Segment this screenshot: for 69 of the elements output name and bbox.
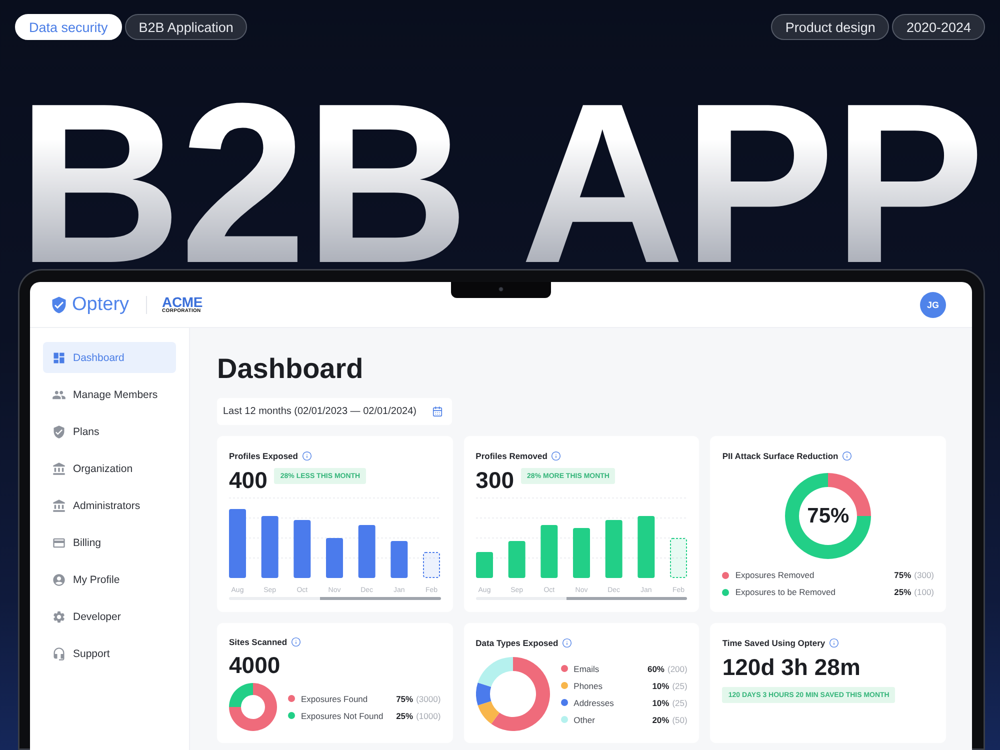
sidebar-item[interactable]: Developer (43, 601, 176, 632)
bank-icon (52, 462, 66, 476)
calendar-icon[interactable] (432, 406, 443, 417)
info-icon[interactable] (562, 638, 572, 648)
card-title: Profiles Removed (476, 451, 548, 461)
user-avatar[interactable]: JG (920, 292, 946, 318)
headset-icon (52, 646, 66, 660)
legend-percent: 25% (395, 710, 414, 720)
legend-percent: 60% (646, 664, 664, 674)
filter-chip[interactable]: Data security (15, 14, 122, 40)
filter-chip[interactable]: 2020-2024 (892, 14, 985, 40)
legend-label: Exposures to be Removed (735, 587, 836, 597)
info-icon[interactable] (829, 638, 840, 648)
sidebar-item[interactable]: Organization (43, 453, 176, 484)
legend-label: Addresses (574, 698, 614, 708)
legend-label: Exposures Removed (735, 570, 814, 580)
card-title: PII Attack Surface Reduction (722, 451, 838, 461)
card-title: Profiles Exposed (229, 451, 298, 461)
legend-label: Exposures Found (301, 694, 368, 704)
legend-percent: 25% (893, 587, 912, 597)
date-range-field[interactable]: Last 12 months (02/01/2023 — 02/01/2024) (217, 398, 452, 425)
info-icon[interactable] (291, 637, 302, 647)
stat-value: 400 (229, 468, 268, 492)
legend-percent: 75% (395, 694, 414, 704)
chart-scrollbar[interactable] (229, 597, 441, 600)
stat-value: 300 (476, 468, 514, 492)
legend-count: (25) (672, 698, 688, 708)
legend-percent: 10% (651, 680, 670, 690)
page-title: Dashboard (217, 353, 364, 385)
stat-value: 4000 (229, 653, 280, 677)
filter-chip[interactable]: B2B Application (124, 14, 248, 40)
legend-count: (50) (672, 714, 688, 724)
sidebar-item[interactable]: Plans (43, 416, 176, 447)
gear-icon (52, 610, 66, 624)
sidebar-item[interactable]: Support (43, 638, 176, 669)
donut-center-value: 75% (807, 506, 850, 526)
card-title: Sites Scanned (229, 637, 288, 647)
grid-icon (52, 350, 66, 364)
legend-count: (300) (914, 570, 934, 580)
legend-percent: 75% (893, 570, 912, 580)
info-icon[interactable] (302, 451, 312, 461)
card-title: Time Saved Using Optery (722, 638, 826, 648)
legend-label: Emails (574, 664, 600, 674)
legend-label: Other (574, 714, 595, 724)
legend-count: (3000) (416, 694, 441, 704)
legend-count: (25) (672, 680, 688, 690)
brand-name: Optery (72, 295, 130, 314)
shield-check-icon (50, 296, 68, 314)
card-title: Data Types Exposed (476, 638, 558, 648)
bank-icon (52, 498, 66, 512)
legend-label: Exposures Not Found (301, 710, 384, 720)
filter-chip[interactable]: Product design (771, 14, 890, 40)
legend-percent: 10% (651, 698, 670, 708)
legend-count: (100) (914, 587, 934, 597)
info-icon[interactable] (551, 451, 562, 461)
sidebar-item[interactable]: Manage Members (43, 379, 176, 410)
legend-percent: 20% (651, 714, 670, 724)
shield-check-icon (52, 424, 66, 438)
legend-count: (200) (667, 664, 688, 674)
client-logo-name: ACME (162, 296, 202, 308)
stat-value: 120d 3h 28m (722, 655, 860, 679)
info-icon[interactable] (842, 451, 852, 461)
credit-card-icon (52, 536, 66, 550)
sidebar-item[interactable]: My Profile (43, 564, 176, 595)
sidebar-item[interactable]: Administrators (43, 490, 176, 521)
legend-label: Phones (574, 680, 602, 690)
chart-scrollbar[interactable] (476, 597, 688, 600)
sidebar-item[interactable]: Billing (43, 527, 176, 558)
legend-count: (1000) (416, 710, 441, 720)
